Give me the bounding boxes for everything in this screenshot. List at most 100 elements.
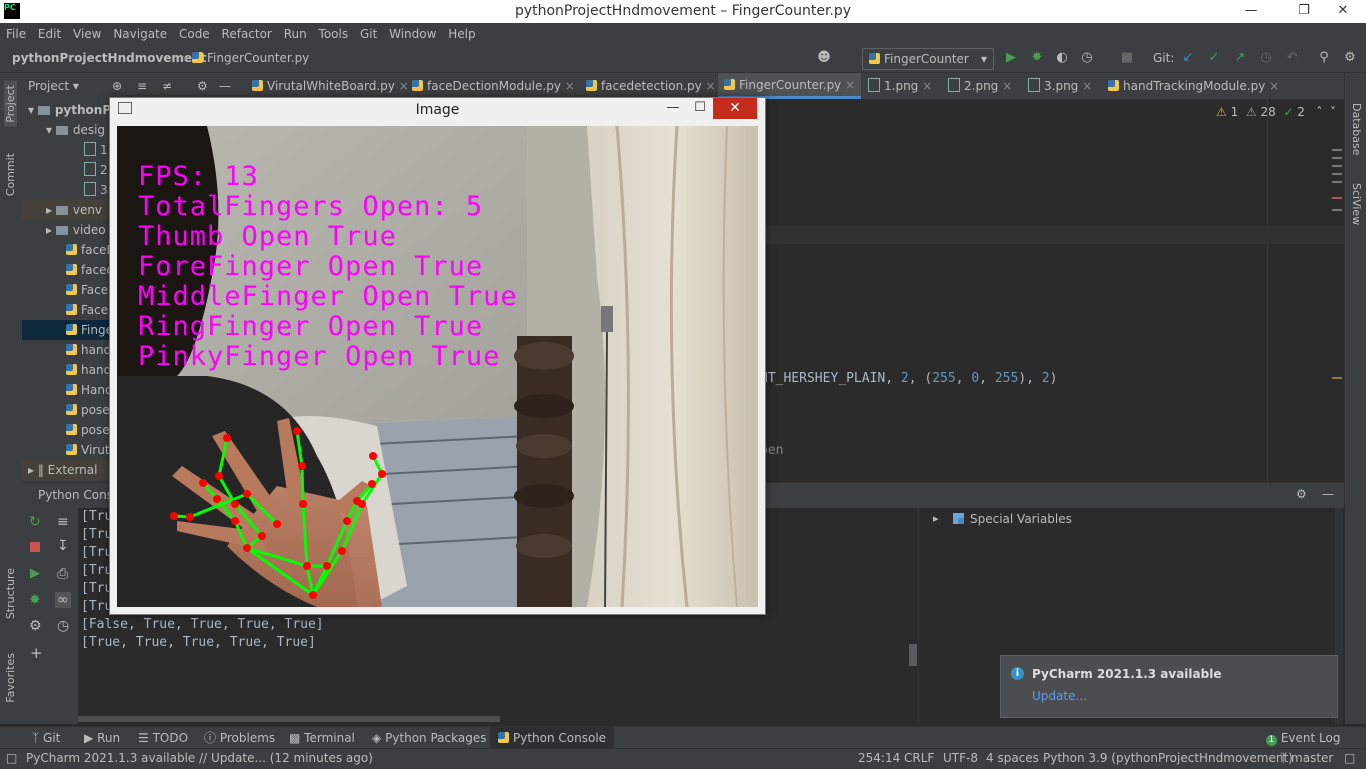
line-separator[interactable]: CRLF [904, 751, 934, 765]
expand-arrow-icon[interactable]: ▸ [933, 512, 939, 525]
soft-wrap-icon[interactable]: ≡ [57, 514, 69, 530]
problems-tool-tab[interactable]: ⓘ Problems [204, 727, 275, 749]
menu-edit[interactable]: Edit [34, 23, 65, 45]
menu-tools[interactable]: Tools [315, 23, 353, 45]
coverage-icon[interactable]: ◐ [1054, 50, 1070, 66]
tab-2-png[interactable]: 2.png × [948, 73, 1012, 99]
structure-tool-tab[interactable]: Structure [4, 568, 17, 619]
minimize-icon[interactable]: — [1228, 0, 1274, 23]
close-tab-icon[interactable]: × [1269, 79, 1279, 93]
rollback-icon[interactable]: ↶ [1284, 50, 1300, 66]
caret-position[interactable]: 254:14 [858, 751, 900, 765]
print-icon[interactable]: ⎙ [57, 566, 68, 582]
stop-icon[interactable] [30, 542, 40, 552]
close-tab-icon[interactable]: × [565, 79, 575, 93]
terminal-tool-tab[interactable]: ▩ Terminal [289, 727, 355, 749]
user-icon[interactable]: ☻ [816, 50, 832, 66]
project-tool-tab[interactable]: Project [4, 81, 17, 127]
database-tool-tab[interactable]: Database [1350, 103, 1363, 156]
collapse-all-icon[interactable]: ≠ [162, 73, 172, 99]
menu-file[interactable]: File [2, 23, 30, 45]
python-packages-tool-tab[interactable]: ◈ Python Packages [372, 727, 486, 749]
close-tab-icon[interactable]: × [1002, 79, 1012, 93]
add-console-icon[interactable]: + [30, 644, 43, 662]
git-branch[interactable]: ᛉ master [1280, 751, 1333, 765]
tab-1-png[interactable]: 1.png × [868, 73, 932, 99]
run-icon[interactable]: ▶ [1003, 50, 1019, 66]
menu-help[interactable]: Help [444, 23, 479, 45]
scroll-to-end-icon[interactable]: ↧ [57, 538, 69, 554]
rerun-icon[interactable]: ↻ [29, 514, 41, 530]
menu-view[interactable]: View [69, 23, 105, 45]
git-push-icon[interactable]: ↗ [1232, 50, 1248, 66]
breadcrumb-file[interactable]: FingerCounter.py [192, 51, 309, 65]
inspection-widget[interactable]: ⚠ 1 ⚠ 28 ✓ 2 ˄ ˅ [1216, 105, 1336, 119]
search-icon[interactable]: ⚲ [1316, 50, 1332, 66]
lock-icon[interactable]: □ [1344, 751, 1355, 765]
close-tab-icon[interactable]: × [399, 79, 409, 93]
status-toggle-icon[interactable]: □ [6, 751, 17, 765]
sciview-tool-tab[interactable]: SciView [1350, 183, 1363, 225]
horizontal-scrollbar[interactable] [78, 716, 500, 722]
history-icon[interactable]: ◷ [1258, 50, 1274, 66]
close-icon[interactable]: ✕ [1320, 0, 1366, 23]
debug-icon[interactable]: ✸ [1029, 50, 1045, 66]
close-tab-icon[interactable]: × [922, 79, 932, 93]
image-file-icon [948, 78, 960, 92]
menu-refactor[interactable]: Refactor [218, 23, 276, 45]
execute-icon[interactable]: ▶ [30, 566, 40, 581]
show-variables-icon[interactable]: ∞ [55, 592, 71, 608]
commit-tool-tab[interactable]: Commit [4, 153, 17, 196]
settings-gear-icon[interactable]: ⚙ [29, 618, 42, 634]
stop-icon[interactable]: ■ [1119, 50, 1135, 66]
tab-facedectionmodule[interactable]: faceDectionModule.py × [412, 73, 575, 99]
git-commit-icon[interactable]: ✓ [1206, 50, 1222, 66]
minimize-icon[interactable]: — [660, 98, 686, 119]
close-icon[interactable]: ✕ [713, 98, 757, 119]
debug-icon[interactable]: ✸ [29, 592, 41, 608]
maximize-icon[interactable]: ☐ [687, 98, 713, 119]
chevron-up-icon[interactable]: ˄ [1316, 105, 1322, 119]
event-log-tool-tab[interactable]: 1 Event Log [1266, 727, 1340, 749]
git-update-icon[interactable]: ↙ [1180, 50, 1196, 66]
hide-panel-icon[interactable]: — [219, 73, 231, 99]
menu-code[interactable]: Code [175, 23, 214, 45]
indent-setting[interactable]: 4 spaces [986, 751, 1039, 765]
python-console-tool-tab[interactable]: Python Console [490, 727, 615, 749]
special-variables-label[interactable]: Special Variables [970, 512, 1072, 526]
breadcrumb-project[interactable]: pythonProjectHndmovement [12, 51, 206, 65]
code-editor[interactable]: ⚠ 1 ⚠ 28 ✓ 2 ˄ ˅ NT_HERSHEY_PLAIN, 2, (2… [760, 99, 1344, 482]
file-encoding[interactable]: UTF-8 [943, 751, 978, 765]
todo-tool-tab[interactable]: ☰ TODO [138, 727, 188, 749]
tab-fingercounter[interactable]: FingerCounter.py × [718, 73, 862, 99]
update-link[interactable]: Update... [1032, 689, 1087, 703]
menu-run[interactable]: Run [280, 23, 311, 45]
close-tab-icon[interactable]: × [845, 78, 855, 92]
tab-virutalwhiteboard[interactable]: VirutalWhiteBoard.py × [252, 73, 409, 99]
profile-icon[interactable]: ◷ [1079, 50, 1095, 66]
python-interpreter[interactable]: Python 3.9 (pythonProjectHndmovement) [1043, 751, 1293, 765]
close-tab-icon[interactable]: × [1082, 79, 1092, 93]
menu-window[interactable]: Window [385, 23, 440, 45]
settings-gear-icon[interactable]: ⚙ [1296, 487, 1307, 501]
tab-handtrackingmodule[interactable]: handTrackingModule.py × [1108, 73, 1279, 99]
history-icon[interactable]: ◷ [57, 618, 69, 634]
favorites-tool-tab[interactable]: Favorites [4, 653, 17, 703]
minimize-panel-icon[interactable]: — [1322, 487, 1334, 501]
run-configuration-select[interactable]: FingerCounter ▾ [862, 48, 994, 70]
ide-update-icon[interactable]: ⚙ [1342, 50, 1358, 66]
menu-navigate[interactable]: Navigate [109, 23, 171, 45]
git-tool-tab[interactable]: ᛉ Git [32, 727, 60, 749]
vertical-scrollbar[interactable] [909, 644, 917, 666]
menu-git[interactable]: Git [356, 23, 381, 45]
tab-3-png[interactable]: 3.png × [1028, 73, 1092, 99]
run-tool-tab[interactable]: ▶ Run [84, 727, 120, 749]
close-tab-icon[interactable]: × [706, 79, 716, 93]
tab-facedetection[interactable]: facedetection.py × [586, 73, 716, 99]
locate-icon[interactable]: ⊕ [112, 73, 122, 99]
status-message[interactable]: PyCharm 2021.1.3 available // Update... … [26, 751, 373, 765]
chevron-down-icon[interactable]: ˅ [1330, 105, 1336, 119]
expand-all-icon[interactable]: ≡ [137, 73, 147, 99]
opencv-image-window[interactable]: Image — ☐ ✕ FPS: 13 TotalFingers Open: 5… [109, 97, 766, 615]
settings-gear-icon[interactable]: ⚙ [197, 73, 208, 99]
